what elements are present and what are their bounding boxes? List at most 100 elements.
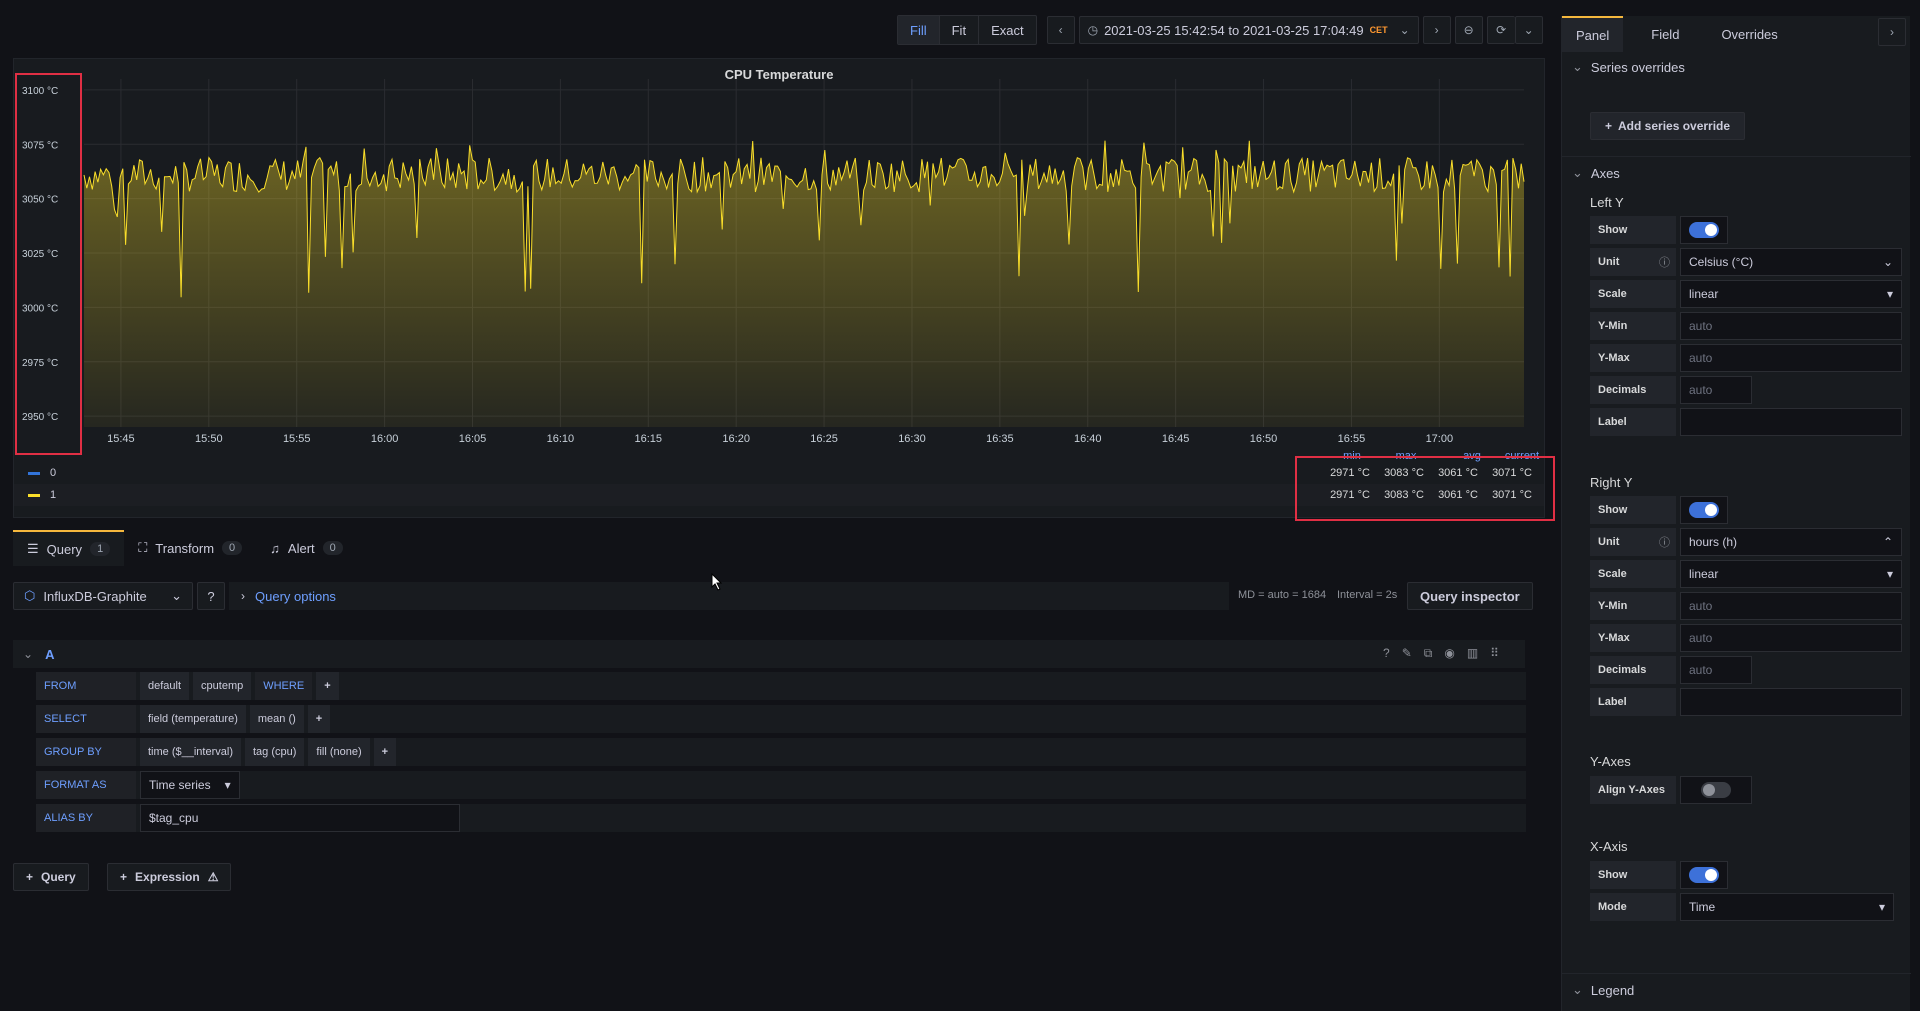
- left-y-min-input[interactable]: auto: [1680, 312, 1902, 340]
- y-axis-highlight-box: [15, 73, 82, 455]
- unit-label-cell: Unit ⓘ: [1590, 528, 1676, 556]
- datasource-picker[interactable]: ⬡ InfluxDB-Graphite ⌄: [13, 582, 193, 610]
- select-function-chip[interactable]: mean (): [249, 705, 304, 733]
- add-series-override-button[interactable]: + Add series override: [1590, 112, 1746, 140]
- show-label: Show: [1590, 496, 1676, 524]
- tab-label: Query: [46, 541, 83, 557]
- time-range-text: 2021-03-25 15:42:54 to 2021-03-25 17:04:…: [1104, 22, 1364, 38]
- right-y-show-toggle[interactable]: [1680, 496, 1728, 524]
- left-y-max-input[interactable]: auto: [1680, 344, 1902, 372]
- add-override-label: Add series override: [1618, 119, 1731, 133]
- bell-icon: ♫: [270, 540, 280, 556]
- group-fill-chip[interactable]: fill (none): [308, 738, 370, 766]
- eye-icon[interactable]: ◉: [1444, 646, 1454, 661]
- add-where-button[interactable]: +: [316, 672, 339, 700]
- x-tick-label: 15:55: [283, 433, 311, 445]
- alias-by-input[interactable]: $tag_cpu: [140, 804, 460, 832]
- trash-icon[interactable]: ▥: [1467, 646, 1478, 661]
- tab-alert[interactable]: ♫ Alert 0: [256, 530, 357, 566]
- plus-icon: +: [120, 870, 128, 884]
- show-label: Show: [1590, 216, 1676, 244]
- right-y-label-input[interactable]: [1680, 688, 1902, 716]
- zoom-out-icon: ⊖: [1463, 23, 1474, 37]
- right-y-min-row: Y-Min auto: [1590, 592, 1902, 620]
- left-y-unit-select[interactable]: Celsius (°C) ⌄: [1680, 248, 1902, 276]
- legend-section[interactable]: ⌄ Legend: [1572, 982, 1634, 998]
- refresh-interval-dropdown[interactable]: ⌄: [1514, 16, 1543, 44]
- select-label: SELECT: [36, 705, 136, 733]
- right-y-label-row: Label: [1590, 688, 1902, 716]
- collapse-chevron-icon: ⌄: [23, 647, 34, 661]
- left-y-scale-row: Scale linear ▾: [1590, 280, 1902, 308]
- time-range-picker[interactable]: ◷ 2021-03-25 15:42:54 to 2021-03-25 17:0…: [1078, 16, 1419, 44]
- add-query-button[interactable]: + Query: [13, 863, 89, 891]
- time-back-button[interactable]: ‹: [1046, 16, 1075, 44]
- x-axis-show-row: Show: [1590, 861, 1728, 889]
- toggle-switch: [1701, 782, 1731, 798]
- fit-button[interactable]: Fit: [940, 16, 980, 44]
- left-y-decimals-input[interactable]: auto: [1680, 376, 1752, 404]
- series-overrides-section[interactable]: ⌄ Series overrides: [1572, 59, 1685, 75]
- legend-series-name: 0: [50, 467, 57, 479]
- query-options-bar[interactable]: › Query options: [229, 582, 1229, 610]
- refresh-button[interactable]: ⟳: [1486, 16, 1515, 44]
- right-y-max-input[interactable]: auto: [1680, 624, 1902, 652]
- left-y-scale-select[interactable]: linear ▾: [1680, 280, 1902, 308]
- fill-button[interactable]: Fill: [898, 16, 940, 44]
- tab-transform[interactable]: ⛶ Transform 0: [124, 530, 256, 566]
- format-as-value: Time series: [149, 778, 211, 792]
- datasource-help-button[interactable]: ?: [197, 582, 225, 610]
- align-y-axes-label: Align Y-Axes: [1590, 776, 1676, 804]
- section-title: Legend: [1590, 982, 1635, 998]
- exact-button[interactable]: Exact: [979, 16, 1036, 44]
- drag-handle-icon[interactable]: ⠿: [1490, 646, 1499, 661]
- x-tick-label: 16:35: [986, 433, 1014, 445]
- chevron-down-icon: ⌄: [1572, 165, 1583, 180]
- x-tick-label: 15:45: [107, 433, 135, 445]
- zoom-out-button[interactable]: ⊖: [1454, 16, 1483, 44]
- help-icon[interactable]: ?: [1383, 646, 1390, 661]
- format-as-select[interactable]: Time series ▾: [140, 771, 240, 799]
- retention-policy-select[interactable]: default: [140, 672, 190, 700]
- right-y-scale-select[interactable]: linear ▾: [1680, 560, 1902, 588]
- divider: [1562, 156, 1911, 157]
- time-toolbar: Fill Fit Exact ‹ ◷ 2021-03-25 15:42:54 t…: [897, 15, 1543, 45]
- query-alias-row: ALIAS BY $tag_cpu: [36, 804, 1526, 832]
- add-group-button[interactable]: +: [373, 738, 397, 766]
- query-inspector-button[interactable]: Query inspector: [1407, 582, 1533, 610]
- left-y-label-input[interactable]: [1680, 408, 1902, 436]
- plus-icon: +: [381, 746, 389, 758]
- select-field-chip[interactable]: field (temperature): [140, 705, 246, 733]
- pencil-icon[interactable]: ✎: [1402, 646, 1412, 661]
- measurement-select[interactable]: cputemp: [193, 672, 252, 700]
- timezone-badge: CET: [1369, 25, 1388, 35]
- right-y-min-input[interactable]: auto: [1680, 592, 1902, 620]
- tab-query[interactable]: ☰ Query 1: [13, 530, 125, 566]
- left-y-show-toggle[interactable]: [1680, 216, 1728, 244]
- align-y-axes-toggle[interactable]: [1680, 776, 1752, 804]
- x-axis-show-toggle[interactable]: [1680, 861, 1728, 889]
- group-time-chip[interactable]: time ($__interval): [140, 738, 241, 766]
- add-expression-button[interactable]: + Expression ⚠: [107, 863, 232, 891]
- legend-values-highlight-box: [1295, 456, 1555, 521]
- tab-panel[interactable]: Panel: [1562, 16, 1624, 52]
- time-forward-button[interactable]: ›: [1422, 16, 1451, 44]
- collapse-options-button[interactable]: ›: [1878, 18, 1906, 46]
- axes-section[interactable]: ⌄ Axes: [1572, 165, 1620, 181]
- x-axis-mode-select[interactable]: Time ▾: [1680, 893, 1894, 921]
- add-select-button[interactable]: +: [307, 705, 331, 733]
- chevron-up-icon: ⌃: [1882, 535, 1893, 549]
- right-y-unit-select[interactable]: hours (h) ⌃: [1680, 528, 1902, 556]
- tab-overrides[interactable]: Overrides: [1707, 16, 1791, 52]
- x-tick-label: 16:25: [810, 433, 838, 445]
- zoom-mode-group: Fill Fit Exact: [897, 15, 1037, 45]
- section-title: Axes: [1590, 165, 1620, 181]
- tab-field[interactable]: Field: [1637, 16, 1693, 52]
- group-tag-chip[interactable]: tag (cpu): [244, 738, 305, 766]
- add-expression-label: Expression: [135, 870, 200, 884]
- query-options-label: Query options: [255, 588, 336, 604]
- right-y-decimals-input[interactable]: auto: [1680, 656, 1752, 684]
- duplicate-icon[interactable]: ⧉: [1424, 646, 1433, 661]
- clock-icon: ◷: [1087, 23, 1099, 37]
- query-row-header[interactable]: ⌄ A: [13, 640, 1525, 668]
